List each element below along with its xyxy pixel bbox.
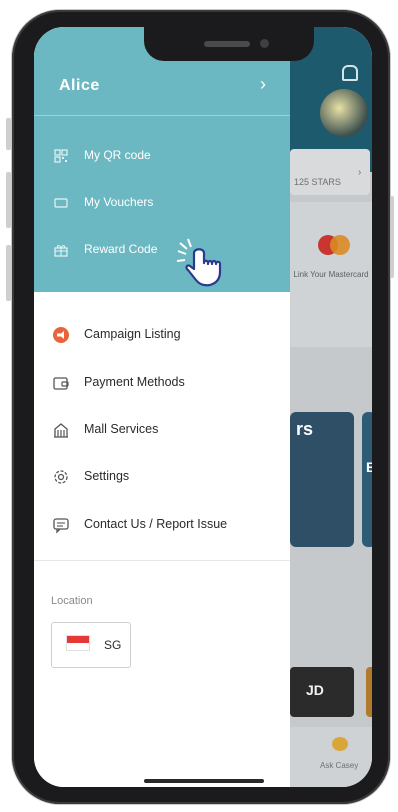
gear-icon	[54, 470, 68, 484]
stars-text: 125 STARS	[294, 177, 341, 187]
menu-item-label: Settings	[84, 469, 130, 483]
building-icon	[54, 423, 68, 438]
home-indicator[interactable]	[144, 779, 264, 783]
profile-row[interactable]: Alice ›	[34, 63, 290, 109]
mute-switch	[6, 118, 11, 150]
notch	[144, 27, 314, 61]
ask-casey-label: Ask Casey	[320, 761, 359, 770]
user-name: Alice	[59, 77, 100, 94]
menu-item-my-vouchers[interactable]: My Vouchers	[34, 188, 290, 218]
menu-item-label: Reward Code	[84, 242, 158, 256]
mastercard-icon	[318, 235, 350, 255]
wallet-icon	[53, 377, 69, 390]
menu-item-label: Payment Methods	[84, 375, 185, 389]
menu-item-label: My QR code	[84, 148, 151, 162]
chevron-right-icon: ›	[260, 74, 266, 94]
menu-item-settings[interactable]: Settings	[34, 460, 290, 494]
divider	[34, 115, 290, 116]
stars-badge	[320, 89, 368, 137]
menu-item-label: Campaign Listing	[84, 327, 181, 341]
gift-icon	[54, 245, 68, 257]
bottom-nav	[290, 727, 372, 787]
speaker	[204, 41, 250, 47]
volume-down-button	[6, 245, 11, 301]
ask-casey-icon	[332, 737, 348, 751]
link-mastercard-text: Link Your Mastercard	[293, 270, 369, 279]
menu-item-campaign-listing[interactable]: Campaign Listing	[34, 318, 290, 352]
bell-icon	[342, 65, 358, 81]
promo-text: rs	[296, 419, 314, 439]
volume-up-button	[6, 172, 11, 228]
menu-item-payment-methods[interactable]: Payment Methods	[34, 366, 290, 400]
divider	[34, 560, 290, 561]
jd-logo: JD	[306, 682, 324, 698]
menu-item-my-qr-code[interactable]: My QR code	[34, 141, 290, 171]
menu-item-label: My Vouchers	[84, 195, 154, 209]
location-code: SG	[104, 638, 122, 652]
brand-tile-2	[366, 667, 372, 717]
singapore-flag-icon	[66, 635, 90, 651]
promo-letter: E	[366, 459, 372, 475]
location-label: Location	[51, 595, 93, 607]
megaphone-icon	[53, 327, 69, 343]
menu-item-label: Mall Services	[84, 422, 159, 436]
qr-code-icon	[54, 149, 68, 163]
camera	[260, 39, 269, 48]
promo-banner-2	[362, 412, 372, 547]
menu-item-reward-code[interactable]: Reward Code	[34, 235, 290, 265]
menu-item-contact-us[interactable]: Contact Us / Report Issue	[34, 508, 290, 542]
menu-item-mall-services[interactable]: Mall Services	[34, 413, 290, 447]
chevron-right-icon: ›	[358, 167, 362, 178]
voucher-icon	[54, 198, 68, 208]
location-selector[interactable]: SG	[51, 622, 131, 668]
chat-icon	[53, 518, 69, 534]
background-app[interactable]: 125 STARS › Link Your Mastercard rs E JD…	[290, 27, 372, 787]
pointer-hand-icon	[176, 238, 222, 287]
menu-item-label: Contact Us / Report Issue	[84, 517, 228, 531]
side-drawer: Alice › My QR code My Vouchers Reward Co…	[34, 27, 290, 787]
phone-screen: 125 STARS › Link Your Mastercard rs E JD…	[34, 27, 372, 787]
